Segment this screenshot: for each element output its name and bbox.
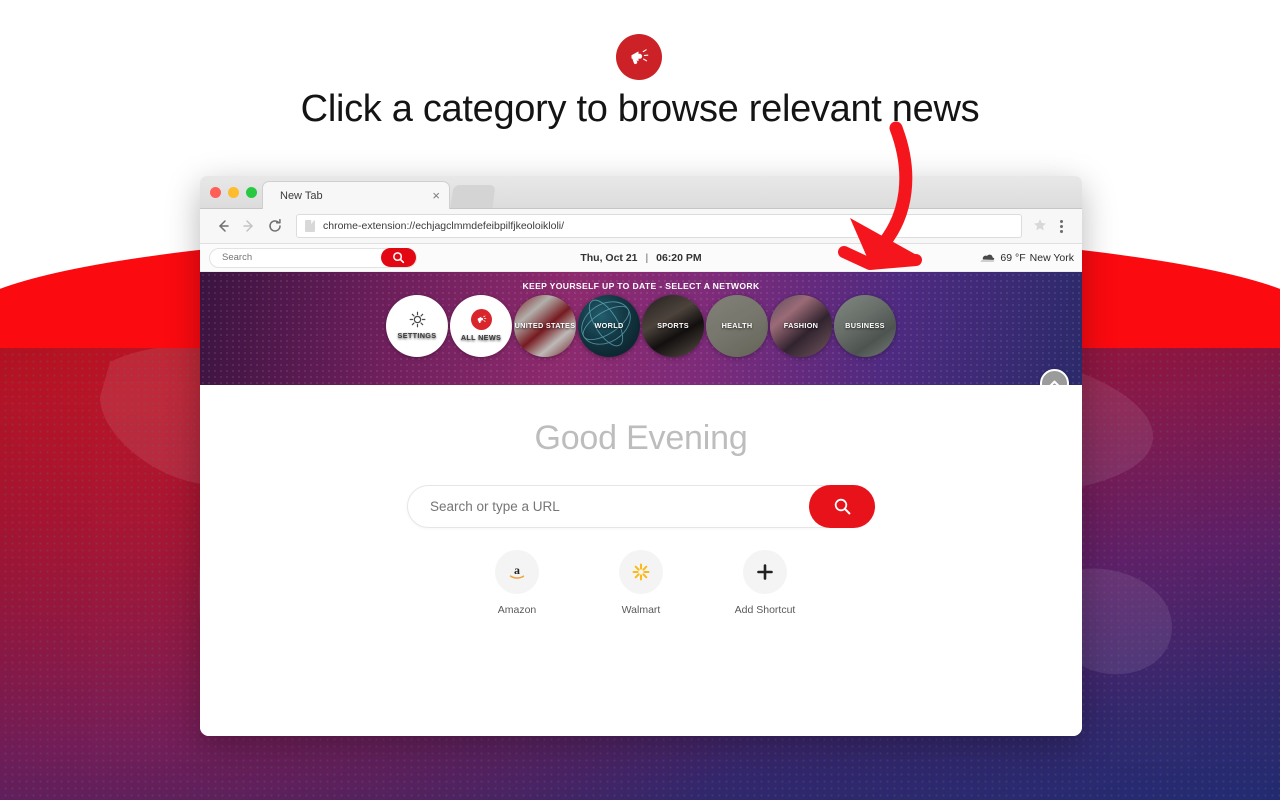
category-all-news[interactable]: ALL NEWS: [450, 295, 512, 357]
shortcut-add[interactable]: Add Shortcut: [725, 550, 805, 616]
maximize-window-button[interactable]: [246, 187, 257, 198]
category-sports[interactable]: SPORTS: [642, 295, 704, 357]
gear-icon: [409, 312, 425, 328]
window-controls[interactable]: [210, 187, 257, 198]
address-bar[interactable]: chrome-extension://echjagclmmdefeibpilfj…: [296, 214, 1022, 238]
back-icon[interactable]: [210, 213, 236, 239]
megaphone-glyph: [477, 316, 486, 324]
shortcut-walmart[interactable]: Walmart: [601, 550, 681, 616]
shortcut-label: Walmart: [621, 604, 661, 616]
category-label: FASHION: [783, 320, 819, 330]
greeting-text: Good Evening: [534, 419, 748, 457]
weather-widget[interactable]: 69 °F New York: [978, 252, 1074, 264]
main-search-box[interactable]: [407, 485, 875, 528]
shortcuts-row: a Amazon Walmart Add Shortcut: [200, 550, 1082, 616]
weather-city: New York: [1029, 251, 1074, 264]
search-icon: [834, 498, 850, 515]
reload-icon[interactable]: [262, 213, 288, 239]
walmart-spark-icon: [619, 550, 663, 594]
current-date: Thu, Oct 21: [580, 251, 638, 264]
megaphone-icon: [470, 309, 492, 331]
forward-icon[interactable]: [236, 213, 262, 239]
category-label: SPORTS: [657, 320, 689, 330]
megaphone-glyph: [631, 49, 649, 65]
plus-icon: [743, 550, 787, 594]
category-business[interactable]: BUSINESS: [834, 295, 896, 357]
category-label: UNITED STATES: [514, 320, 576, 330]
page-info-icon: [305, 220, 315, 232]
main-search-button[interactable]: [809, 485, 875, 528]
extension-topbar: Thu, Oct 21 | 06:20 PM 69 °F New York: [200, 244, 1082, 272]
category-label: ALL NEWS: [460, 333, 502, 343]
browser-tab[interactable]: New Tab ×: [262, 181, 450, 209]
category-label: SETTINGS: [397, 331, 437, 341]
datetime-separator: |: [645, 251, 649, 264]
category-strip: KEEP YOURSELF UP TO DATE - SELECT A NETW…: [200, 272, 1082, 385]
bookmark-star-icon[interactable]: [1030, 218, 1050, 235]
minimize-window-button[interactable]: [228, 187, 239, 198]
shortcut-amazon[interactable]: a Amazon: [477, 550, 557, 616]
svg-text:a: a: [514, 563, 520, 577]
weather-temperature: 69 °F: [1000, 251, 1026, 264]
close-window-button[interactable]: [210, 187, 221, 198]
walmart-spark-glyph: [632, 563, 650, 581]
chevron-up-icon: [1049, 380, 1060, 385]
page-headline: Click a category to browse relevant news: [300, 88, 980, 130]
category-health[interactable]: HEALTH: [706, 295, 768, 357]
browser-toolbar: chrome-extension://echjagclmmdefeibpilfj…: [200, 209, 1082, 244]
cloud-icon: [981, 254, 995, 262]
category-united-states[interactable]: UNITED STATES: [514, 295, 576, 357]
main-search-input[interactable]: [428, 498, 772, 515]
amazon-glyph: a: [509, 563, 525, 579]
category-settings[interactable]: SETTINGS: [386, 295, 448, 357]
close-tab-button[interactable]: ×: [432, 189, 440, 202]
tab-title: New Tab: [280, 189, 323, 202]
category-fashion[interactable]: FASHION: [770, 295, 832, 357]
plus-glyph: [757, 564, 773, 580]
address-bar-url: chrome-extension://echjagclmmdefeibpilfj…: [323, 220, 565, 232]
amazon-icon: a: [495, 550, 539, 594]
new-tab-content: Good Evening a: [200, 385, 1082, 736]
browser-window: New Tab × chrome-extension://echjagclmmd…: [200, 176, 1082, 736]
category-list: SETTINGS ALL NEWS UNITED STATES WORLD SP…: [200, 295, 1082, 357]
datetime-display: Thu, Oct 21 | 06:20 PM: [200, 252, 1082, 264]
megaphone-icon: [616, 34, 662, 80]
browser-titlebar: New Tab ×: [200, 176, 1082, 209]
new-tab-button[interactable]: [450, 185, 496, 208]
shortcut-label: Add Shortcut: [734, 604, 796, 616]
current-time: 06:20 PM: [656, 251, 702, 264]
category-label: BUSINESS: [845, 320, 885, 330]
browser-menu-icon[interactable]: [1050, 219, 1072, 233]
shortcut-label: Amazon: [497, 604, 537, 616]
category-strip-title: KEEP YOURSELF UP TO DATE - SELECT A NETW…: [522, 281, 760, 291]
category-label: WORLD: [594, 320, 624, 330]
category-world[interactable]: WORLD: [578, 295, 640, 357]
screenshot-root: Click a category to browse relevant news…: [0, 0, 1280, 800]
category-label: HEALTH: [721, 320, 753, 330]
